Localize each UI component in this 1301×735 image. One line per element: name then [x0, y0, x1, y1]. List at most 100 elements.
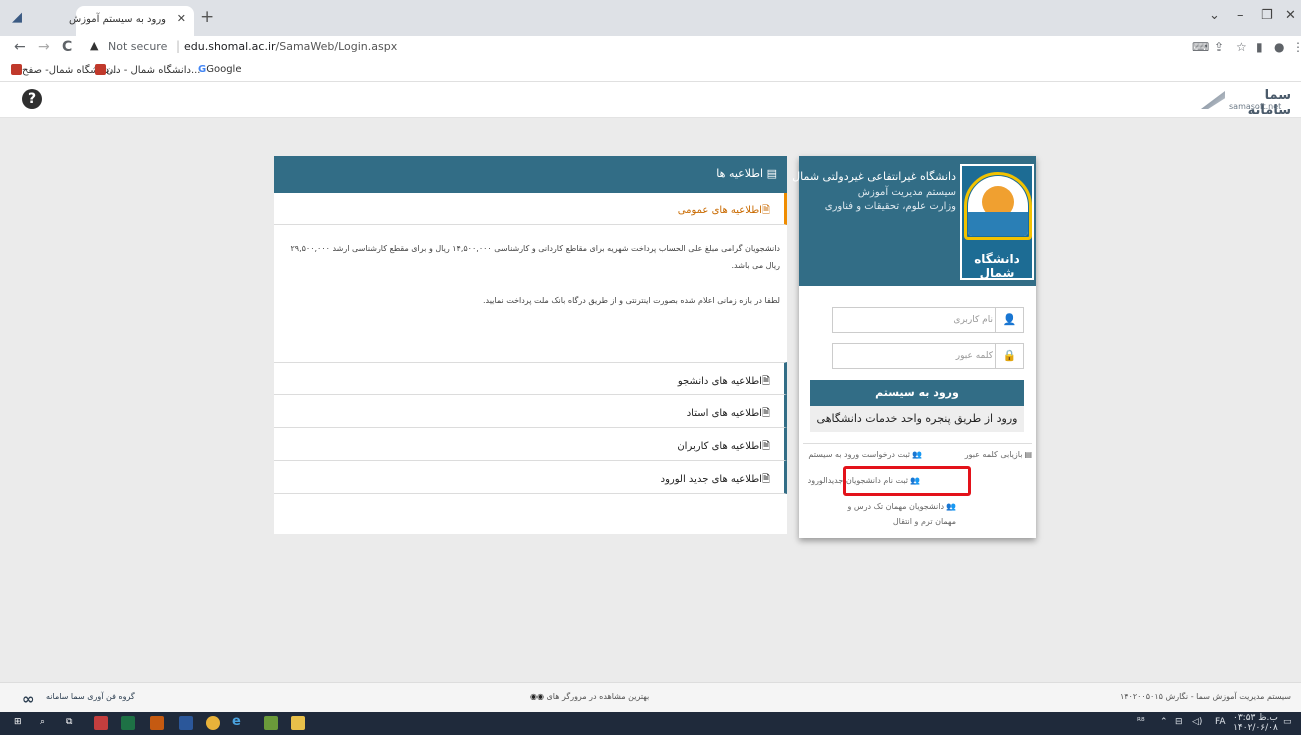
browser-recommendation: بهترین مشاهده در مرورگر های ◉◉: [530, 692, 650, 701]
version-info: سیستم مدیریت آموزش سما - نگارش ۱۴۰۲۰۰۵۰۱…: [1119, 692, 1291, 701]
edge-app-icon[interactable]: e: [232, 714, 241, 729]
word-app-icon[interactable]: [179, 716, 193, 730]
tab-general-announcements[interactable]: 🗎اطلاعیه های عمومی: [274, 193, 787, 225]
minimize-button[interactable]: –: [1237, 8, 1244, 23]
tab-close-icon[interactable]: ✕: [177, 12, 186, 25]
tab-title: ورود به سیستم آموزش: [69, 14, 166, 25]
announcements-header: ▤ اطلاعیه ها: [274, 156, 787, 193]
document-icon: 🗎: [761, 408, 770, 419]
tab-new-student-announcements[interactable]: 🗎اطلاعیه های جدید الورود: [274, 461, 787, 494]
document-icon: 🗎: [761, 376, 770, 387]
sama-mark-icon: [1201, 91, 1225, 109]
company-name: گروه فن آوری سما سامانه: [46, 692, 135, 701]
share-icon[interactable]: ⇪: [1214, 40, 1224, 54]
username-field[interactable]: 👤: [832, 307, 1024, 333]
clock[interactable]: ۰۳:۵۳ ب.ظ ۱۴۰۲/۰۶/۰۸: [1233, 713, 1278, 733]
system-name: سیستم مدیریت آموزش: [857, 187, 956, 198]
tab-search-icon[interactable]: ⌄: [1209, 8, 1220, 23]
menu-icon[interactable]: ⋮: [1292, 40, 1301, 54]
bookmark-item[interactable]: دانشگاه شمال - دان...: [92, 64, 200, 76]
bookmark-star-icon[interactable]: ☆: [1236, 40, 1247, 54]
reload-button[interactable]: C: [62, 39, 72, 55]
powerpoint-app-icon[interactable]: [150, 716, 164, 730]
keyboard-icon: ▤: [1024, 450, 1032, 459]
document-icon: 🗎: [761, 205, 770, 216]
security-label: Not secure: [108, 40, 168, 53]
document-icon: 🗎: [761, 474, 770, 485]
address-bar[interactable]: ▲ Not secure | edu.shomal.ac.ir/SamaWeb/…: [84, 37, 1184, 58]
file-explorer-icon[interactable]: [291, 716, 305, 730]
university-info: دانشگاه غیرانتفاعی غیردولتی شمال سیستم م…: [792, 170, 956, 215]
language-indicator[interactable]: FA: [1215, 717, 1226, 727]
university-portal-login-button[interactable]: ورود از طریق پنجره واحد خدمات دانشگاهی: [810, 406, 1024, 432]
site-favicon-icon: [11, 64, 22, 75]
request-login-link[interactable]: 👥ثبت درخواست ورود به سیستم: [808, 450, 922, 459]
close-window-button[interactable]: ✕: [1285, 8, 1296, 23]
maximize-button[interactable]: ❐: [1261, 8, 1273, 23]
access-app-icon[interactable]: [94, 716, 108, 730]
new-tab-button[interactable]: +: [200, 7, 214, 27]
excel-app-icon[interactable]: [121, 716, 135, 730]
back-button[interactable]: ←: [14, 39, 26, 55]
password-field[interactable]: 🔒: [832, 343, 1024, 369]
tab-professor-announcements[interactable]: 🗎اطلاعیه های استاد: [274, 395, 787, 428]
password-input[interactable]: [843, 347, 993, 365]
translate-icon[interactable]: ⌨: [1192, 40, 1209, 54]
guest-students-link[interactable]: 👥دانشجویان مهمان تک درس و: [848, 502, 956, 511]
announcement-body: دانشجویان گرامی مبلغ علی الحساب پرداخت ش…: [280, 240, 780, 309]
guest-students-link-line2[interactable]: مهمان ترم و انتقال: [893, 517, 956, 526]
logo-university-name: دانشگاه شمال: [974, 252, 1020, 280]
chrome-app-icon[interactable]: [206, 716, 220, 730]
university-logo: دانشگاه شمال: [960, 164, 1034, 280]
infinity-logo-icon: ∞: [22, 690, 35, 708]
browser-tab[interactable]: ورود به سیستم آموزش ✕: [69, 6, 194, 36]
announcement-text: دانشجویان گرامی مبلغ علی الحساب پرداخت ش…: [290, 244, 780, 270]
google-icon: G: [198, 64, 207, 75]
browser-icons: ◉◉: [530, 692, 544, 701]
users-icon: 👥: [912, 450, 922, 459]
bookmark-item[interactable]: GGoogle: [194, 64, 241, 75]
people-icon[interactable]: ᴿ⁸: [1137, 717, 1145, 727]
username-input[interactable]: [843, 311, 993, 329]
task-view-icon[interactable]: ⧉: [66, 717, 72, 727]
tray-expand-icon[interactable]: ⌃: [1160, 717, 1168, 727]
side-panel-icon[interactable]: ▮: [1256, 40, 1263, 54]
url-separator: |: [176, 39, 181, 53]
tab-user-announcements[interactable]: 🗎اطلاعیه های کاربران: [274, 428, 787, 461]
tab-student-announcements[interactable]: 🗎اطلاعیه های دانشجو: [274, 362, 787, 395]
browser-tabstrip: ◢ ورود به سیستم آموزش ✕ + ⌄ – ❐ ✕: [0, 0, 1301, 36]
login-button[interactable]: ورود به سیستم: [810, 380, 1024, 406]
profile-icon[interactable]: ●: [1274, 40, 1284, 54]
lock-icon: 🔒: [995, 344, 1023, 368]
notifications-icon[interactable]: ▭: [1283, 717, 1292, 727]
app-icon[interactable]: [264, 716, 278, 730]
divider: [803, 443, 1032, 444]
site-favicon-icon: [95, 64, 106, 75]
document-icon: 🗎: [761, 441, 770, 452]
search-icon[interactable]: ⌕: [40, 717, 45, 727]
bookmarks-bar: دانشگاه شمال- صفح... دانشگاه شمال - دان.…: [0, 60, 1301, 82]
recover-password-link[interactable]: ▤بازیابی کلمه عبور: [965, 450, 1032, 459]
announcements-title: ▤ اطلاعیه ها: [716, 167, 777, 180]
login-header: دانشگاه شمال دانشگاه غیرانتفاعی غیردولتی…: [792, 156, 1036, 286]
page-header: ? سما سامانه samasoft.net: [0, 82, 1301, 118]
ministry-name: وزارت علوم، تحقیقات و فناوری: [824, 201, 956, 212]
volume-icon[interactable]: ◁): [1192, 717, 1202, 727]
forward-button[interactable]: →: [38, 39, 50, 55]
announcement-text: لطفا در بازه زمانی اعلام شده بصورت اینتر…: [483, 296, 780, 305]
users-icon: 👥: [946, 502, 956, 511]
help-icon[interactable]: ?: [22, 89, 42, 109]
highlight-annotation: [843, 466, 971, 496]
university-name: دانشگاه غیرانتفاعی غیردولتی شمال: [792, 170, 956, 183]
app-logo-icon: ◢: [12, 10, 22, 25]
browser-toolbar: ← → C ▲ Not secure | edu.shomal.ac.ir/Sa…: [0, 36, 1301, 60]
brand-domain: samasoft.net: [1229, 102, 1282, 111]
url-text: edu.shomal.ac.ir/SamaWeb/Login.aspx: [184, 40, 398, 53]
announcements-panel: ▤ اطلاعیه ها 🗎اطلاعیه های عمومی دانشجویا…: [274, 156, 787, 534]
page-footer: ∞ گروه فن آوری سما سامانه بهترین مشاهده …: [0, 682, 1301, 712]
network-icon[interactable]: ⊟: [1175, 717, 1183, 727]
windows-start-icon[interactable]: ⊞: [14, 717, 22, 727]
warning-icon: ▲: [90, 39, 99, 52]
user-icon: 👤: [995, 308, 1023, 332]
sama-logo[interactable]: سما سامانه samasoft.net: [1201, 88, 1291, 118]
